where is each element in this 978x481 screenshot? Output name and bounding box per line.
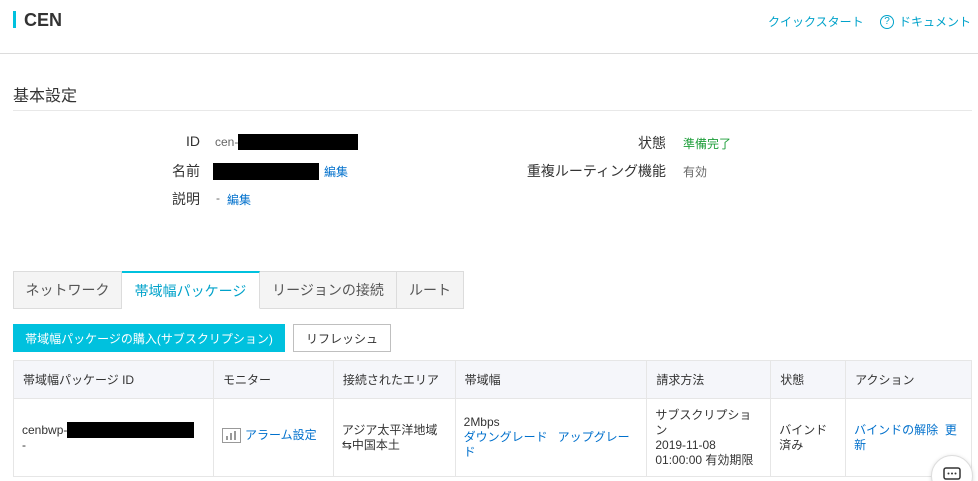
basic-settings-title: 基本設定 [13,88,78,105]
alarm-settings-label: アラーム設定 [244,428,317,442]
status-value: 準備完了 [683,137,732,151]
column-header-billing: 請求方法 [646,360,772,399]
tab-bar: ネットワーク 帯域幅パッケージ リージョンの接続 ルート [13,271,464,309]
alarm-settings-link[interactable]: アラーム設定 [221,428,317,443]
refresh-button[interactable]: リフレッシュ [293,324,391,352]
section-divider [13,110,972,111]
redacted-id [238,134,358,150]
cell-monitor: アラーム設定 [212,398,334,477]
column-header-id: 帯域幅パッケージ ID [13,360,214,399]
cell-status: バインド済み [770,398,847,477]
docs-label: ドキュメント [899,15,972,29]
chart-monitor-icon [221,428,241,443]
tab-region-connection[interactable]: リージョンの接続 [260,271,397,309]
edit-name-link[interactable]: 編集 [324,163,348,180]
redacted-name [213,163,319,180]
billing-expiry: 01:00:00 有効期限 [655,452,754,467]
row-status: バインド済み [779,422,828,452]
cell-area: アジア太平洋地域 ⇆中国本土 [332,398,456,477]
docs-link[interactable]: ? ドキュメント [880,13,971,30]
routing-value: 有効 [683,165,708,179]
column-header-action: アクション [845,360,972,399]
tab-route[interactable]: ルート [397,271,464,309]
column-header-status: 状態 [770,360,847,399]
status-label: 状態 [638,135,666,151]
package-id-suffix: - [22,438,26,452]
page-header: CEN クイックスタート ? ドキュメント [0,0,978,54]
unbind-link[interactable]: バインドの解除 [854,423,938,437]
quick-start-link[interactable]: クイックスタート [768,13,864,30]
description-value: - [216,191,220,205]
table-row: cenbwp- - アラーム設定 アジア太平洋地域 ⇆中国本土 2Mbps ダウ… [13,398,972,477]
area-line-2: ⇆中国本土 [341,437,400,452]
cell-bandwidth: 2Mbps ダウングレード アップグレード [454,398,648,477]
package-id-prefix: cenbwp- [22,422,68,437]
redacted-package-id [67,422,195,438]
page-title: CEN [24,10,63,30]
tab-network[interactable]: ネットワーク [13,271,122,309]
column-header-monitor: モニター [212,360,334,399]
title-accent-bar [13,11,16,28]
bandwidth-package-table: 帯域幅パッケージ ID モニター 接続されたエリア 帯域幅 請求方法 状態 アク… [13,360,972,477]
id-value-prefix: cen- [215,135,239,149]
help-circle-icon: ? [880,14,894,29]
downgrade-link[interactable]: ダウングレード [464,430,548,444]
edit-description-link[interactable]: 編集 [227,191,251,208]
table-header-row: 帯域幅パッケージ ID モニター 接続されたエリア 帯域幅 請求方法 状態 アク… [13,360,972,399]
cell-billing: サブスクリプション 2019-11-08 01:00:00 有効期限 [646,398,772,477]
buy-bandwidth-button[interactable]: 帯域幅パッケージの購入(サブスクリプション) [13,324,285,352]
description-label: 説明 [172,191,200,207]
column-header-bandwidth: 帯域幅 [454,360,648,399]
id-label: ID [186,133,200,149]
bandwidth-value: 2Mbps [463,415,500,429]
routing-label: 重複ルーティング機能 [526,163,666,179]
tab-bandwidth-package[interactable]: 帯域幅パッケージ [122,271,260,309]
column-header-area: 接続されたエリア [332,360,456,399]
chat-bubble-icon [943,467,961,480]
area-line-1: アジア太平洋地域 [341,422,438,437]
billing-date: 2019-11-08 [655,437,716,452]
name-label: 名前 [172,163,200,179]
billing-method: サブスクリプション [655,407,752,437]
cell-package-id: cenbwp- - [13,398,214,477]
